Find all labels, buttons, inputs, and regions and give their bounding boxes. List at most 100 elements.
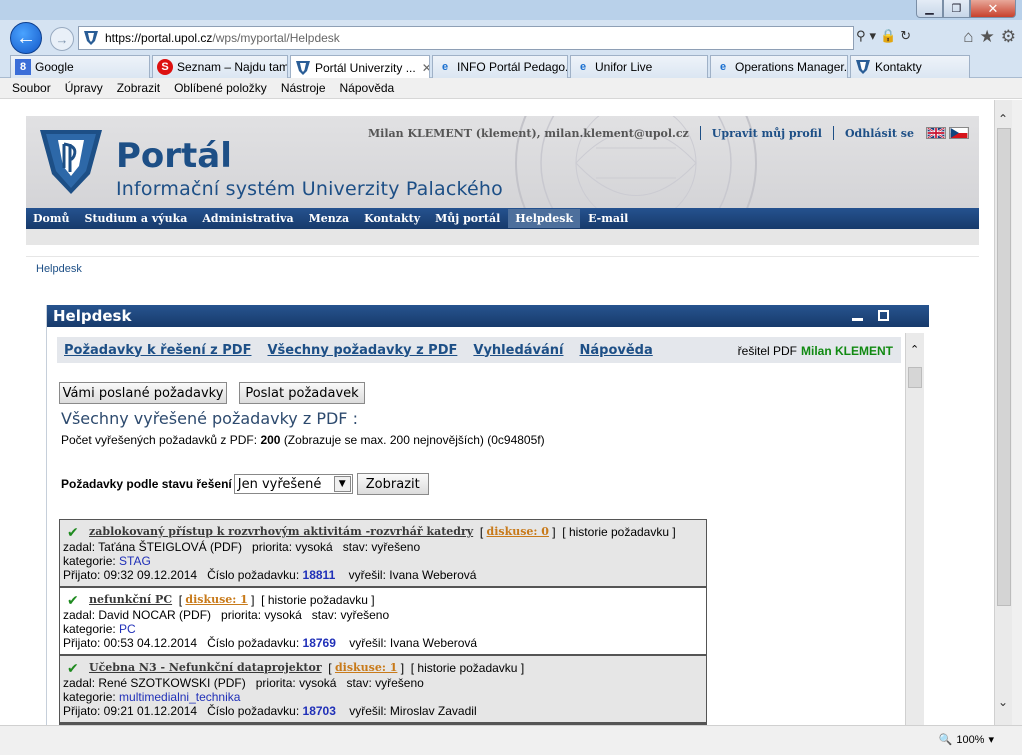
request-author: zadal: Taťána ŠTEIGLOVÁ (PDF) — [63, 540, 243, 554]
menu-help[interactable]: Nápověda — [340, 81, 395, 95]
tab-info-portal[interactable]: e INFO Portál Pedago... — [432, 55, 568, 78]
settings-gear-icon[interactable]: ⚙ — [1001, 27, 1016, 47]
portlet-content: Požadavky k řešení z PDF Všechny požadav… — [57, 337, 901, 725]
address-bar[interactable]: https:// portal.upol.cz /wps/myportal/He… — [78, 26, 854, 50]
nav-contacts[interactable]: Kontakty — [364, 209, 420, 228]
menu-edit[interactable]: Úpravy — [65, 81, 103, 95]
discussion-link[interactable]: diskuse: 1 — [185, 593, 247, 607]
history-link[interactable]: historie požadavku — [417, 661, 517, 675]
upol-icon — [856, 60, 870, 74]
section-title: Všechny vyřešené požadavky z PDF : — [61, 409, 358, 428]
tab-portal[interactable]: Portál Univerzity ... ✕ — [290, 55, 430, 79]
nav-canteen[interactable]: Menza — [309, 209, 350, 228]
tab-requests-to-solve[interactable]: Požadavky k řešení z PDF — [64, 343, 251, 358]
filter-selected-value: Jen vyřešené — [237, 476, 322, 492]
search-icon[interactable]: ⚲ — [856, 28, 866, 44]
close-window-button[interactable]: ✕ — [970, 0, 1016, 18]
nav-my-portal[interactable]: Můj portál — [435, 209, 500, 228]
tab-unifor[interactable]: e Unifor Live — [570, 55, 708, 78]
tab-search[interactable]: Vyhledávání — [473, 343, 563, 358]
tab-label: Kontakty — [875, 60, 922, 74]
menu-file[interactable]: Soubor — [12, 81, 51, 95]
resolved-check-icon: ✔ — [67, 524, 79, 540]
refresh-icon[interactable]: ↻ — [900, 28, 911, 44]
maximize-button[interactable]: ❐ — [943, 0, 970, 18]
portlet-minimize-icon[interactable] — [852, 318, 863, 321]
request-number: 18703 — [302, 704, 336, 718]
menu-tools[interactable]: Nástroje — [281, 81, 326, 95]
dropdown-icon[interactable]: ▾ — [870, 28, 877, 44]
back-button[interactable]: ← — [10, 22, 42, 54]
request-priority: priorita: vysoká — [221, 608, 302, 622]
category-label: kategorie: — [63, 690, 116, 704]
nav-study[interactable]: Studium a výuka — [85, 209, 188, 228]
window-edge — [1012, 100, 1022, 725]
ie-icon: e — [719, 61, 727, 73]
menu-view[interactable]: Zobrazit — [117, 81, 160, 95]
request-subject-link[interactable]: Učebna N3 - Nefunkční dataprojektor — [89, 661, 322, 675]
number-label: Číslo požadavku: — [207, 568, 300, 582]
minimize-button[interactable]: ▁ — [916, 0, 943, 18]
request-subject-link[interactable]: zablokovaný přístup k rozvrhovým aktivit… — [89, 525, 473, 539]
zoom-control[interactable]: 🔍 100% ▾ — [938, 733, 994, 747]
scroll-up-icon[interactable]: ⌃ — [998, 112, 1008, 126]
discussion-link[interactable]: diskuse: 1 — [335, 661, 397, 675]
history-link[interactable]: historie požadavku — [569, 525, 669, 539]
navigation-toolbar: ← → https:// portal.upol.cz /wps/myporta… — [0, 20, 1022, 54]
request-subject-link[interactable]: nefunkční PC — [89, 593, 172, 607]
portlet-scrollbar[interactable]: ⌃ — [905, 333, 924, 725]
menu-favorites[interactable]: Oblíbené položky — [174, 81, 267, 95]
tab-kontakty[interactable]: Kontakty — [850, 55, 970, 78]
solver-label: řešitel PDF — [737, 344, 797, 358]
filter-row: Požadavky podle stavu řešení Jen vyřešen… — [61, 473, 429, 495]
tab-all-requests[interactable]: Všechny požadavky z PDF — [267, 343, 457, 358]
lock-icon[interactable]: 🔒 — [880, 28, 896, 44]
logout-link[interactable]: Odhlásit se — [845, 127, 914, 140]
ie-icon: e — [441, 61, 449, 73]
scroll-down-icon[interactable]: ⌄ — [998, 695, 1008, 709]
breadcrumb[interactable]: Helpdesk — [36, 263, 82, 275]
scroll-thumb[interactable] — [908, 367, 922, 388]
filter-label: Požadavky podle stavu řešení — [61, 477, 232, 491]
favorites-star-icon[interactable]: ★ — [980, 27, 995, 47]
tab-label: Operations Manager... — [735, 60, 848, 74]
number-label: Číslo požadavku: — [207, 704, 300, 718]
user-bar: Milan KLEMENT (klement), milan.klement@u… — [368, 126, 969, 140]
tab-seznam[interactable]: S Seznam – Najdu tam... — [152, 55, 288, 78]
scroll-thumb[interactable] — [997, 128, 1011, 606]
home-icon[interactable]: ⌂ — [963, 27, 973, 47]
request-author: zadal: René SZOTKOWSKI (PDF) — [63, 676, 246, 690]
tab-help[interactable]: Nápověda — [580, 343, 653, 358]
status-filter-select[interactable]: Jen vyřešené ▼ — [233, 474, 353, 494]
nav-home[interactable]: Domů — [33, 209, 70, 228]
tab-google[interactable]: 8 Google — [10, 55, 150, 78]
portlet-title: Helpdesk — [53, 307, 132, 325]
request-solver: vyřešil: Ivana Weberová — [349, 636, 478, 650]
history-link[interactable]: historie požadavku — [268, 593, 368, 607]
discussion-link[interactable]: diskuse: 0 — [487, 525, 549, 539]
request-item: ✔ nefunkční PC [ diskuse: 1 ] [ historie… — [60, 588, 706, 656]
zoom-icon: 🔍 — [938, 734, 953, 746]
nav-helpdesk[interactable]: Helpdesk — [508, 209, 581, 228]
tab-operations[interactable]: e Operations Manager... — [710, 55, 848, 78]
portal-subtitle: Informační systém Univerzity Palackého — [116, 178, 503, 200]
nav-administration[interactable]: Administrativa — [202, 209, 293, 228]
scroll-up-icon[interactable]: ⌃ — [910, 343, 919, 356]
nav-email[interactable]: E-mail — [588, 209, 628, 228]
upol-logo-icon — [40, 130, 102, 194]
forward-button[interactable]: → — [50, 27, 74, 51]
count-suffix: (Zobrazuje se max. 200 nejnovějších) (0c… — [283, 433, 545, 447]
english-flag-icon[interactable] — [926, 127, 946, 139]
sent-requests-button[interactable]: Vámi poslané požadavky — [59, 382, 227, 404]
czech-flag-icon[interactable] — [949, 127, 969, 139]
portlet-maximize-icon[interactable] — [878, 310, 889, 321]
close-tab-icon[interactable]: ✕ — [422, 61, 429, 75]
show-button[interactable]: Zobrazit — [356, 473, 429, 495]
edit-profile-link[interactable]: Upravit můj profil — [712, 127, 822, 140]
sub-navigation — [26, 229, 979, 245]
count-prefix: Počet vyřešených požadavků z PDF: — [61, 433, 258, 447]
resolved-check-icon: ✔ — [67, 592, 79, 608]
page-scrollbar[interactable]: ⌃ ⌄ — [994, 100, 1012, 725]
chevron-down-icon: ▾ — [988, 734, 994, 746]
send-request-button[interactable]: Poslat požadavek — [239, 382, 365, 404]
